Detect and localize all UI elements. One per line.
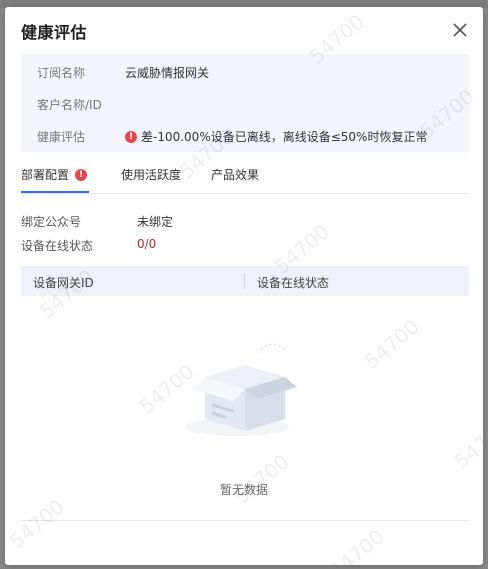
info-label: 订阅名称 xyxy=(37,66,86,80)
column-divider[interactable] xyxy=(244,273,245,289)
column-header-online-status: 设备在线状态 xyxy=(257,276,330,290)
info-value: 云威胁情报网关 xyxy=(125,66,210,80)
tab-label: 产品效果 xyxy=(211,168,260,182)
close-button[interactable] xyxy=(451,21,469,39)
info-panel: 订阅名称 云威胁情报网关 客户名称/ID 健康评估 ! 差-100.00%设备已… xyxy=(21,54,469,152)
tab-bar: 部署配置 ! 使用活跃度 产品效果 xyxy=(21,161,469,194)
close-icon xyxy=(453,23,467,37)
warning-icon: ! xyxy=(75,168,88,181)
info-row-subscription: 订阅名称 云威胁情报网关 xyxy=(21,54,469,86)
watermark: 54700 xyxy=(5,494,69,554)
info-row-health: 健康评估 ! 差-100.00%设备已离线，离线设备≤50%时恢复正常 xyxy=(21,118,469,150)
watermark: 54700 xyxy=(229,449,294,509)
empty-box-icon xyxy=(185,343,297,436)
info-label: 健康评估 xyxy=(37,130,86,144)
info-value-health: ! 差-100.00%设备已离线，离线设备≤50%时恢复正常 xyxy=(125,128,427,145)
online-status-label: 设备在线状态 xyxy=(21,239,94,253)
info-label: 客户名称/ID xyxy=(37,98,102,112)
tab-label: 使用活跃度 xyxy=(121,168,182,182)
health-status-text: 差-100.00%设备已离线，离线设备≤50%时恢复正常 xyxy=(141,130,428,144)
table-bottom-divider xyxy=(21,520,469,521)
modal-header: 健康评估 xyxy=(5,7,483,53)
column-header-gateway-id: 设备网关ID xyxy=(33,276,94,290)
tab-product-effect[interactable]: 产品效果 xyxy=(211,166,259,183)
modal-title: 健康评估 xyxy=(21,23,88,42)
watermark: 54700 xyxy=(324,524,389,565)
watermark: 54700 xyxy=(359,314,424,374)
tab-usage-activity[interactable]: 使用活跃度 xyxy=(121,166,181,183)
active-tab-indicator xyxy=(21,191,89,193)
bind-account-label: 绑定公众号 xyxy=(21,215,82,229)
watermark: 54700 xyxy=(449,414,483,474)
table-header: 设备网关ID 设备在线状态 xyxy=(21,266,469,296)
online-status-value: 0/0 xyxy=(137,237,157,251)
warning-icon: ! xyxy=(125,130,137,143)
bind-account-value: 未绑定 xyxy=(137,215,174,229)
health-assessment-modal: 健康评估 订阅名称 云威胁情报网关 客户名称/ID 健康评估 ! 差-100.0… xyxy=(5,7,483,565)
tab-label: 部署配置 xyxy=(21,168,70,182)
empty-state-text: 暂无数据 xyxy=(219,483,268,497)
info-row-customer: 客户名称/ID xyxy=(21,86,469,118)
tab-deploy-config[interactable]: 部署配置 ! xyxy=(21,166,88,183)
